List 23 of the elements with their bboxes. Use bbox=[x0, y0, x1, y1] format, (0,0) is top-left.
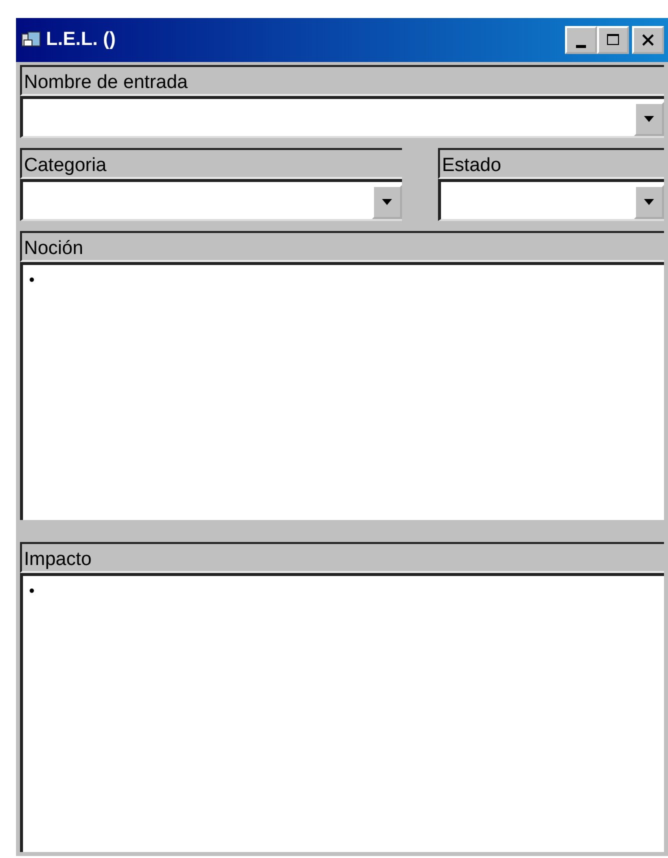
caret-icon bbox=[381, 198, 393, 206]
caret-icon bbox=[643, 198, 655, 206]
state-dropdown[interactable] bbox=[438, 179, 664, 221]
window-title: L.E.L. () bbox=[46, 29, 116, 51]
category-dropdown[interactable] bbox=[20, 179, 402, 221]
close-button[interactable] bbox=[632, 26, 664, 54]
maximize-button[interactable] bbox=[597, 26, 629, 54]
field-label: Noción bbox=[20, 231, 664, 262]
dropdown-button[interactable] bbox=[634, 102, 664, 136]
close-icon bbox=[641, 33, 655, 47]
notion-text-area[interactable]: • bbox=[20, 262, 664, 520]
field-label: Nombre de entrada bbox=[20, 65, 664, 96]
field-label: Categoria bbox=[20, 148, 402, 179]
minimize-icon bbox=[576, 44, 586, 48]
maximize-icon bbox=[606, 33, 620, 47]
field-label: Estado bbox=[438, 148, 664, 179]
dropdown-button[interactable] bbox=[634, 185, 664, 219]
entry-name-dropdown[interactable] bbox=[20, 96, 664, 138]
minimize-button[interactable] bbox=[565, 26, 597, 54]
dropdown-button[interactable] bbox=[372, 185, 402, 219]
impact-text-area[interactable]: • bbox=[20, 573, 664, 852]
field-label: Impacto bbox=[20, 542, 664, 573]
caret-icon bbox=[643, 115, 655, 123]
